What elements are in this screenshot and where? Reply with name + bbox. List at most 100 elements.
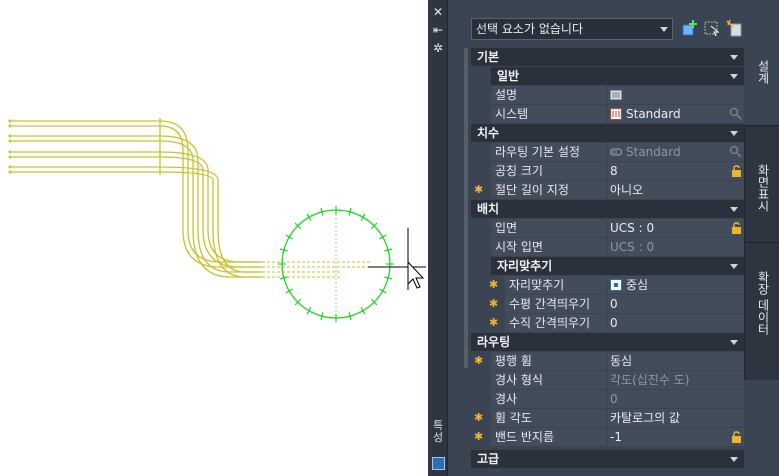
selection-dropdown[interactable]: 선택 요소가 없습니다: [471, 18, 673, 40]
h-offset-label: 수평 간격띄우기: [505, 295, 607, 313]
system-icon: [610, 108, 622, 120]
section-dimensions[interactable]: 치수: [471, 124, 746, 142]
routing-pref-value[interactable]: Standard: [608, 143, 746, 161]
selection-text: 선택 요소가 없습니다: [476, 22, 583, 36]
section-placement[interactable]: 배치: [471, 200, 746, 218]
star-icon: ✱: [474, 430, 484, 443]
justification-value-text: 중심: [626, 278, 649, 292]
start-elevation-value[interactable]: UCS : 0: [608, 238, 746, 256]
description-value[interactable]: [608, 86, 746, 104]
section-general[interactable]: 일반: [491, 67, 746, 85]
section-general-label: 일반: [497, 69, 520, 83]
description-label: 설명: [491, 86, 607, 104]
section-routing[interactable]: 라우팅: [471, 333, 746, 351]
star-icon: ✱: [474, 354, 484, 367]
lock-icon[interactable]: [731, 222, 742, 234]
routing-pref-icon: [610, 148, 622, 156]
chevron-down-icon: [730, 207, 738, 212]
snap-tick: [285, 288, 293, 294]
bend-radius-value[interactable]: -1: [608, 428, 746, 446]
justification-value[interactable]: 중심: [608, 276, 746, 294]
drawing-svg[interactable]: [0, 0, 428, 476]
pipe-run[interactable]: [10, 140, 262, 278]
slope-format-value[interactable]: 각도(십진수 도): [608, 371, 746, 389]
chevron-down-icon: [730, 131, 738, 136]
section-snap-label: 자리맞추기: [497, 259, 553, 273]
pipe-run[interactable]: [10, 156, 262, 268]
description-icon: [610, 90, 622, 100]
elevation-value[interactable]: UCS : 0: [608, 219, 746, 237]
section-basic-label: 기본: [477, 50, 500, 64]
cut-length-label: 절단 길이 지정: [491, 181, 607, 199]
row-bend-radius[interactable]: ✱ 밴드 반지름 -1: [471, 428, 746, 447]
parallel-pipes[interactable]: [10, 118, 262, 278]
system-value[interactable]: Standard: [608, 105, 746, 123]
close-icon[interactable]: ✕: [430, 4, 446, 20]
toggle-pickadd-icon[interactable]: [681, 19, 699, 37]
row-slope-format[interactable]: 경사 형식 각도(십진수 도): [471, 371, 746, 390]
tab-design[interactable]: 설계: [744, 0, 779, 125]
cut-length-value[interactable]: 아니오: [608, 181, 746, 199]
pipe-run[interactable]: [10, 166, 262, 273]
settings-icon[interactable]: ✲: [430, 40, 446, 56]
row-bend-angle[interactable]: ✱ 휨 각도 카탈로그의 값: [471, 409, 746, 428]
auto-hide-icon[interactable]: ⇤: [430, 22, 446, 38]
palette-title: 특성: [432, 419, 444, 444]
chevron-down-icon: [730, 74, 738, 79]
pipe-run[interactable]: [10, 151, 262, 263]
row-v-offset[interactable]: ✱ 수직 간격띄우기 0: [471, 314, 746, 333]
star-icon: ✱: [474, 183, 484, 196]
snap-tick: [360, 213, 366, 221]
row-system[interactable]: 시스템 Standard: [471, 105, 746, 124]
pipe-run[interactable]: [10, 120, 262, 263]
row-h-offset[interactable]: ✱ 수평 간격띄우기 0: [471, 295, 746, 314]
section-advanced-label: 고급: [477, 452, 500, 466]
chevron-down-icon: [730, 264, 738, 269]
row-elevation[interactable]: 입면 UCS : 0: [471, 219, 746, 238]
select-objects-icon[interactable]: [703, 19, 721, 37]
elevation-label: 입면: [491, 219, 607, 237]
row-nominal-size[interactable]: 공칭 크기 8: [471, 162, 746, 181]
slope-value[interactable]: 0: [608, 390, 746, 408]
star-icon: ✱: [474, 411, 484, 424]
row-parallel-bend[interactable]: ✱ 평행 휨 동심: [471, 352, 746, 371]
section-placement-label: 배치: [477, 202, 500, 216]
row-slope[interactable]: 경사 0: [471, 390, 746, 409]
parallel-bend-value[interactable]: 동심: [608, 352, 746, 370]
drawing-canvas[interactable]: [0, 0, 428, 476]
row-start-elevation[interactable]: 시작 입면 UCS : 0: [471, 238, 746, 257]
bend-radius-value-text: -1: [610, 430, 622, 444]
section-snap[interactable]: 자리맞추기: [491, 257, 746, 275]
palette-main: 선택 요소가 없습니다 기본 일반 설명 시스템 Standard 치수 라우팅…: [448, 0, 746, 476]
chevron-down-icon: [660, 27, 668, 32]
section-advanced[interactable]: 고급: [471, 450, 746, 468]
system-label: 시스템: [491, 105, 607, 123]
snap-tick: [306, 307, 312, 315]
h-offset-value[interactable]: 0: [608, 295, 746, 313]
app-window: ✕ ⇤ ✲ 특성 선택 요소가 없습니다 기본 일반 설명 시스템 Standa…: [0, 0, 779, 476]
elevation-value-text: UCS : 0: [610, 221, 655, 235]
palette-icon: [432, 457, 445, 470]
tab-display[interactable]: 화면표시: [744, 126, 779, 242]
lock-icon[interactable]: [731, 431, 742, 443]
scroll-bar[interactable]: [464, 48, 468, 368]
v-offset-value[interactable]: 0: [608, 314, 746, 332]
pipe-run[interactable]: [10, 125, 262, 268]
slope-label: 경사: [491, 390, 607, 408]
tab-extended-data[interactable]: 확장 데이터: [744, 243, 779, 380]
nominal-size-value[interactable]: 8: [608, 162, 746, 180]
row-routing-pref[interactable]: 라우팅 기본 설정 Standard: [471, 143, 746, 162]
bend-angle-value[interactable]: 카탈로그의 값: [608, 409, 746, 427]
quick-select-icon[interactable]: [725, 19, 743, 37]
tab-design-label: 설계: [756, 60, 770, 84]
star-icon: ✱: [489, 278, 499, 291]
lock-icon[interactable]: [731, 165, 742, 177]
search-icon[interactable]: [729, 107, 742, 120]
row-cut-length[interactable]: ✱ 절단 길이 지정 아니오: [471, 181, 746, 200]
row-justification[interactable]: ✱ 자리맞추기 중심: [471, 276, 746, 295]
chevron-down-icon: [730, 340, 738, 345]
row-description[interactable]: 설명: [471, 86, 746, 105]
tab-extended-data-label: 확장 데이터: [756, 271, 770, 335]
search-icon[interactable]: [729, 145, 742, 158]
section-basic[interactable]: 기본: [471, 48, 746, 66]
